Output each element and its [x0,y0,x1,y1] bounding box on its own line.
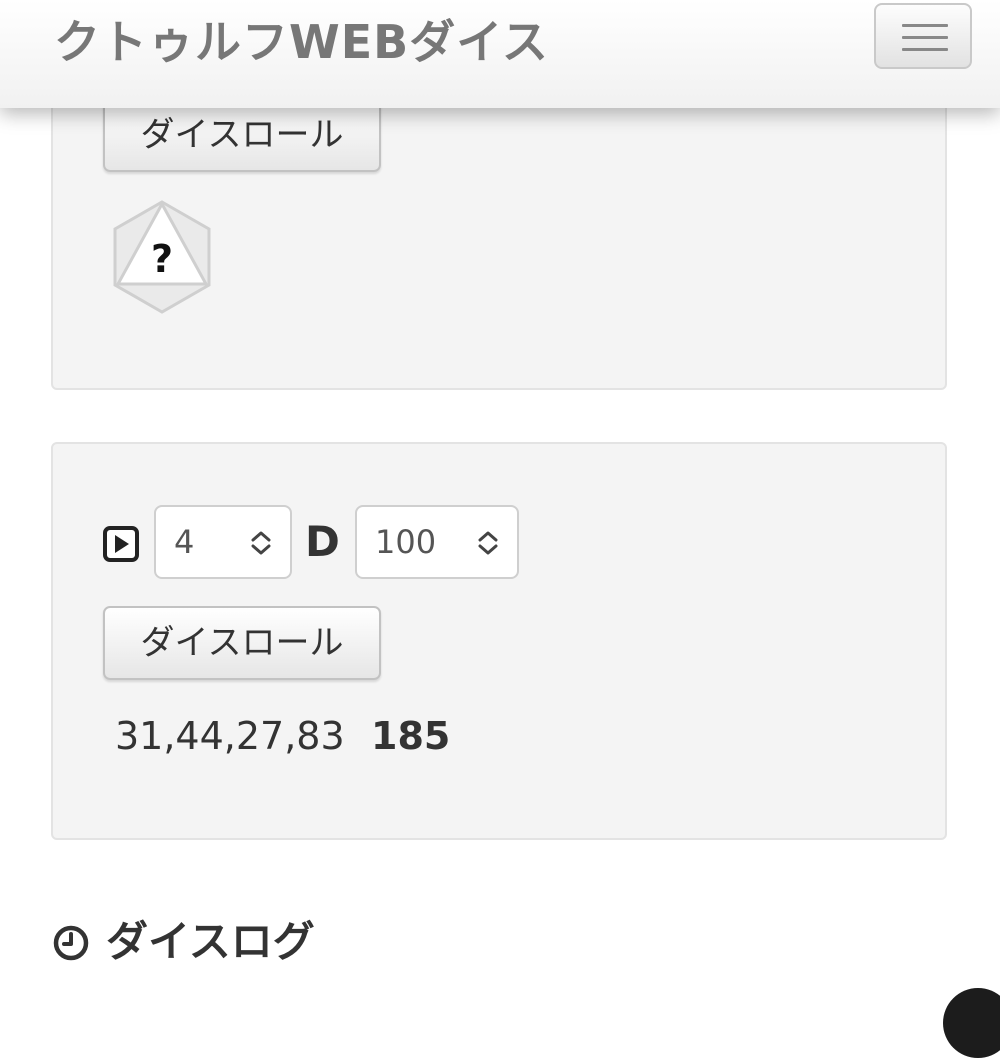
dice-results: 31,44,27,83 [115,714,345,758]
dice-count-value: 4 [174,523,195,561]
navbar: クトゥルフWEBダイス [0,0,1000,108]
hamburger-menu-icon-bar [902,48,948,51]
site-title[interactable]: クトゥルフWEBダイス [54,10,549,74]
scroll-to-top-button[interactable] [943,988,1000,1058]
menu-toggle-button[interactable] [874,3,972,69]
die-face-text: ? [151,237,173,281]
dice-sides-value: 100 [375,523,437,561]
dice-count-select[interactable]: 4 [154,505,292,579]
dice-log-title: ダイスログ [106,917,315,966]
dice-total: 185 [371,714,451,758]
select-chevron-icon [251,531,271,555]
d20-dice-icon: ? [113,200,211,314]
hamburger-menu-icon-bar [902,36,948,39]
dice-sides-select[interactable]: 100 [355,505,519,579]
select-chevron-icon [478,531,498,555]
clock-icon [53,925,89,961]
play-square-icon [103,526,139,562]
roll-multi-dice-button[interactable]: ダイスロール [103,606,381,680]
roll-dice-button[interactable]: ダイスロール [103,98,381,172]
single-dice-panel: ダイスロール ? [51,60,947,390]
dice-separator-label: D [305,517,340,566]
hamburger-menu-icon [902,24,948,27]
multi-dice-panel: 4 D 100 ダイスロール 31,44,27,83 185 [51,442,947,840]
